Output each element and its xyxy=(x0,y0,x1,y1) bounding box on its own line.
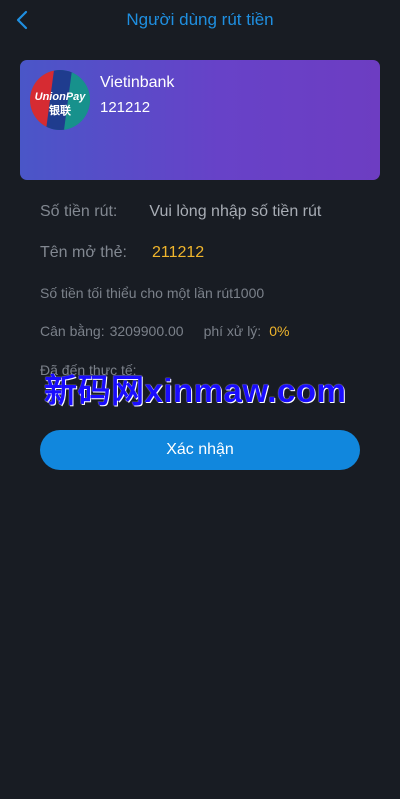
min-amount-row: Số tiền tối thiểu cho một lần rút1000 xyxy=(40,284,264,302)
confirm-button[interactable]: Xác nhận xyxy=(40,430,360,470)
balance-label: Cân bằng: xyxy=(40,323,105,339)
card-number: 121212 xyxy=(100,99,151,116)
holder-row: Tên mở thẻ: 211212 xyxy=(40,242,204,264)
amount-label: Số tiền rút: xyxy=(40,203,118,220)
amount-row: Số tiền rút: xyxy=(40,200,360,224)
amount-input[interactable] xyxy=(149,203,360,221)
holder-label: Tên mở thẻ: xyxy=(40,244,127,261)
holder-value: 211212 xyxy=(151,244,205,261)
page-title: Người dùng rút tiền xyxy=(126,10,274,29)
watermark: 新码网xinmaw.com xyxy=(44,372,347,409)
fee-label: phí xử lý: xyxy=(203,323,262,339)
min-amount-text: Số tiền tối thiểu cho một lần rút1000 xyxy=(40,285,265,301)
svg-text:银联: 银联 xyxy=(49,103,71,117)
svg-text:UnionPay: UnionPay xyxy=(35,91,87,103)
withdraw-page: Người dùng rút tiền UnionPay 银联 Vietinba… xyxy=(0,0,400,799)
balance-value: 3209900.00 xyxy=(109,323,184,339)
fee-value: 0% xyxy=(269,323,290,339)
unionpay-logo: UnionPay 银联 xyxy=(30,70,90,130)
header: Người dùng rút tiền xyxy=(0,0,400,40)
balance-row: Cân bằng: 3209900.00 phí xử lý: 0% xyxy=(40,322,289,340)
bank-name: Vietinbank xyxy=(100,74,175,91)
bank-card: UnionPay 银联 Vietinbank 121212 xyxy=(20,60,380,180)
